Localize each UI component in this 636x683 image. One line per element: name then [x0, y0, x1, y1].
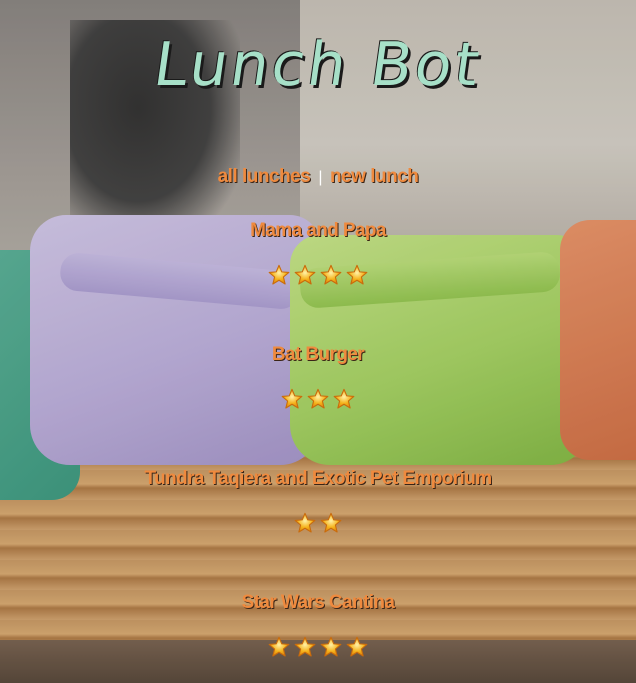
app-title: Lunch Bot: [149, 30, 487, 100]
star-icon: [320, 636, 342, 657]
star-icon: [281, 388, 303, 409]
lunch-entry: Bat Burger: [0, 344, 636, 414]
star-icon: [320, 512, 342, 533]
star-rating: [0, 388, 636, 414]
star-icon: [294, 636, 316, 657]
nav-bar: all lunches | new lunch: [0, 166, 636, 188]
star-rating: [0, 264, 636, 290]
new-lunch-link[interactable]: new lunch: [330, 166, 419, 187]
lunch-entry: Mama and Papa: [0, 220, 636, 290]
lunch-entry: Star Wars Cantina: [0, 592, 636, 662]
star-icon: [294, 264, 316, 285]
star-icon: [294, 512, 316, 533]
lunch-name-link[interactable]: Mama and Papa: [250, 220, 386, 242]
star-rating: [0, 636, 636, 662]
lunch-name-link[interactable]: Bat Burger: [272, 344, 365, 366]
main-content: Lunch Bot all lunches | new lunch Mama and…: [0, 0, 636, 683]
star-icon: [346, 636, 368, 657]
all-lunches-link[interactable]: all lunches: [218, 166, 311, 187]
nav-separator: |: [318, 169, 322, 186]
star-icon: [268, 636, 290, 657]
star-icon: [333, 388, 355, 409]
star-rating: [0, 512, 636, 538]
lunch-entry: Tundra Taqiera and Exotic Pet Emporium: [0, 468, 636, 538]
star-icon: [307, 388, 329, 409]
star-icon: [346, 264, 368, 285]
lunch-name-link[interactable]: Tundra Taqiera and Exotic Pet Emporium: [144, 468, 492, 490]
star-icon: [268, 264, 290, 285]
star-icon: [320, 264, 342, 285]
lunch-name-link[interactable]: Star Wars Cantina: [242, 592, 395, 614]
